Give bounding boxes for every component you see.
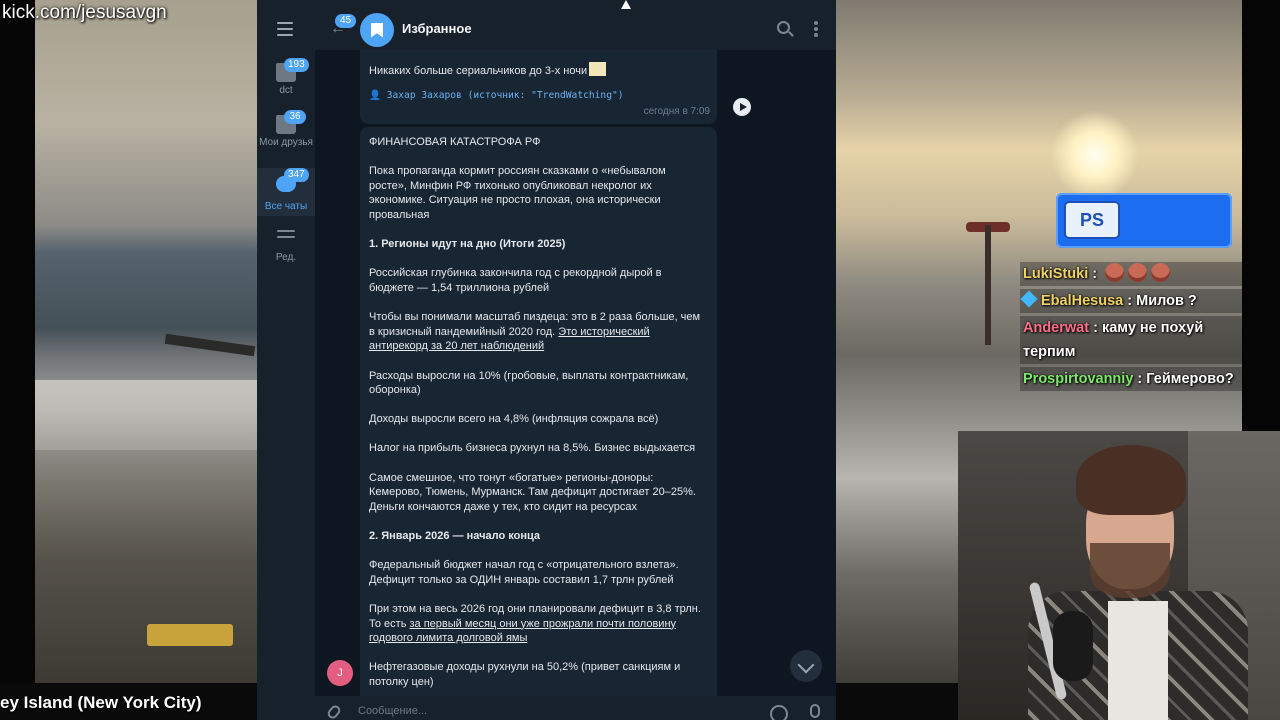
- paragraph-line: Чтобы вы понимали масштаб пиздеца: это в…: [369, 311, 701, 324]
- paragraph-line: Налог на прибыль бизнеса рухнул на 8,5%.…: [369, 442, 696, 455]
- webcam-feed: [958, 431, 1280, 720]
- chat-message: EbalHesusa : Милов ?: [1020, 289, 1242, 313]
- chat-username: Anderwat: [1023, 320, 1090, 336]
- inline-link[interactable]: Это исторический: [558, 326, 649, 338]
- paragraph-line: Кемерово, Тюмень, Мурманск. Там дефицит …: [369, 486, 696, 499]
- section-heading: 1. Регионы идут на дно (Итоги 2025): [369, 238, 566, 251]
- emote-icon: [1128, 263, 1148, 282]
- attach-icon[interactable]: [325, 703, 343, 720]
- message-composer: [315, 696, 836, 720]
- ps-alert-banner: PS: [1056, 193, 1232, 248]
- left-border: [0, 0, 35, 720]
- window-titlebar: [257, 0, 836, 8]
- paragraph-line: То есть за первый месяц они уже прожрали…: [369, 617, 677, 630]
- chat-text: Геймерово?: [1146, 371, 1234, 387]
- mouse-cursor-icon: [621, 0, 631, 9]
- chat-title[interactable]: Избранное: [402, 21, 472, 36]
- message-text: Никаких больше сериальчиков до 3-х ночи: [369, 62, 708, 79]
- school-bus: [147, 624, 233, 646]
- message-bubble[interactable]: ФИНАНСОВАЯ КАТАСТРОФА РФ Пока пропаганда…: [360, 127, 717, 696]
- chat-message: Anderwat : каму не похуй терпим: [1020, 316, 1242, 364]
- telegram-window: 193 dct 36 Мои друзья 347 Все чаты Ред. …: [257, 0, 836, 720]
- saved-messages-avatar[interactable]: [360, 13, 394, 47]
- emoji-icon[interactable]: [770, 705, 788, 720]
- paragraph-line: Нефтегазовые доходы рухнули на 50,2% (пр…: [369, 661, 681, 674]
- unread-counter: 45: [335, 14, 357, 28]
- location-caption: ey Island (New York City): [0, 693, 202, 712]
- folder-label: Ред.: [275, 252, 297, 263]
- chat-message: Prospirtovanniy : Геймерово?: [1020, 367, 1242, 391]
- scroll-down-icon[interactable]: [790, 650, 822, 682]
- paragraph-line: росте», Минфин РФ тихонько опубликовал н…: [369, 179, 652, 192]
- folder-edit[interactable]: Ред.: [257, 222, 315, 266]
- sender-avatar[interactable]: J: [327, 660, 353, 686]
- chat-header: ← 45 Избранное: [315, 8, 836, 50]
- search-icon[interactable]: [777, 21, 790, 34]
- inline-link[interactable]: антирекорд за 20 лет наблюдений: [369, 340, 544, 352]
- chat-text: Милов ?: [1136, 293, 1197, 309]
- streamer-beard: [1090, 543, 1170, 598]
- emoji-image: [589, 62, 607, 76]
- emote-icon: [1105, 263, 1125, 282]
- paragraph-line: Деньги кончаются даже у тех, кто сидит н…: [369, 500, 637, 513]
- folder-unread-badge: 347: [284, 168, 309, 182]
- menu-icon[interactable]: [277, 22, 293, 36]
- section-heading: 2. Январь 2026 — начало конца: [369, 530, 540, 543]
- message-title: ФИНАНСОВАЯ КАТАСТРОФА РФ: [369, 136, 541, 148]
- microphone: [1053, 611, 1093, 681]
- stream-watermark: kick.com/jesusavgn: [2, 2, 167, 23]
- paragraph-line: экономике. Ситуация не просто плохая, он…: [369, 194, 661, 207]
- paragraph-line: Пока пропаганда кормит россиян сказками …: [369, 165, 666, 178]
- sunrise: [1050, 110, 1140, 200]
- more-options-icon[interactable]: [814, 21, 818, 37]
- ps-logo: PS: [1064, 201, 1120, 239]
- microphone-icon[interactable]: [810, 704, 820, 718]
- inline-link[interactable]: годового лимита долговой ямы: [369, 632, 527, 644]
- beach-view-left: [35, 0, 257, 683]
- parachute-tower: [985, 225, 991, 345]
- streamer-hair: [1076, 445, 1186, 515]
- paragraph-line: бюджете — 1,54 триллиона рублей: [369, 281, 550, 294]
- message-signature: 👤 Захар Захаров (источник: "TrendWatchin…: [369, 89, 624, 101]
- paragraph-line: При этом на весь 2026 год они планировал…: [369, 603, 701, 615]
- message-input[interactable]: [358, 702, 738, 720]
- chat-username: Prospirtovanniy: [1023, 371, 1134, 387]
- snowy-boardwalk: [35, 380, 257, 450]
- paragraph-line: Дефицит только за ОДИН январь составил 1…: [369, 573, 674, 586]
- streamer-shirt: [1108, 601, 1168, 720]
- paragraph-line: Российская глубинка закончила год с реко…: [369, 267, 662, 280]
- emote-icon: [1151, 263, 1171, 282]
- stream-scene: kick.com/jesusavgn ey Island (New York C…: [0, 0, 1280, 720]
- chat-message: LukiStuki :: [1020, 262, 1242, 286]
- folder-rail: 193 dct 36 Мои друзья 347 Все чаты Ред.: [257, 0, 315, 720]
- jetty: [164, 333, 256, 357]
- forward-icon[interactable]: [733, 98, 751, 116]
- paragraph-line: Федеральный бюджет начал год с «отрицате…: [369, 559, 679, 572]
- folder-unread-badge: 36: [284, 110, 306, 124]
- paragraph-line: оборонка): [369, 384, 421, 397]
- paragraph-line: в кризисный пандемийный 2020 год. Это ис…: [369, 325, 650, 338]
- folder-my-friends[interactable]: 36 Мои друзья: [257, 110, 315, 160]
- folder-dct[interactable]: 193 dct: [257, 58, 315, 108]
- folder-label: dct: [279, 85, 293, 96]
- paragraph-line: Доходы выросли всего на 4,8% (инфляция с…: [369, 413, 659, 426]
- chat-username: EbalHesusa: [1041, 293, 1124, 309]
- sliders-icon: [277, 230, 295, 246]
- message-time: сегодня в 7:09: [643, 106, 710, 118]
- folder-label: Мои друзья: [259, 137, 313, 148]
- stream-chat: LukiStuki : EbalHesusa : Милов ? Anderwat…: [1020, 262, 1242, 394]
- folder-label: Все чаты: [264, 201, 308, 212]
- paragraph-line: потолку цен): [369, 675, 434, 688]
- inline-link[interactable]: за первый месяц они уже прожрали почти п…: [409, 618, 676, 630]
- chat-username: LukiStuki: [1023, 266, 1089, 282]
- message-list[interactable]: Никаких больше сериальчиков до 3-х ночи …: [315, 50, 836, 696]
- paragraph-line: Расходы выросли на 10% (гробовые, выплат…: [369, 369, 689, 382]
- folder-all-chats[interactable]: 347 Все чаты: [257, 168, 315, 216]
- paragraph-line: провальная: [369, 208, 430, 221]
- message-bubble[interactable]: Никаких больше сериальчиков до 3-х ночи …: [360, 50, 717, 124]
- gem-icon: [1020, 290, 1038, 308]
- bookmark-icon: [371, 22, 383, 38]
- paragraph-line: Самое смешное, что тонут «богатые» регио…: [369, 471, 654, 484]
- folder-unread-badge: 193: [284, 58, 309, 72]
